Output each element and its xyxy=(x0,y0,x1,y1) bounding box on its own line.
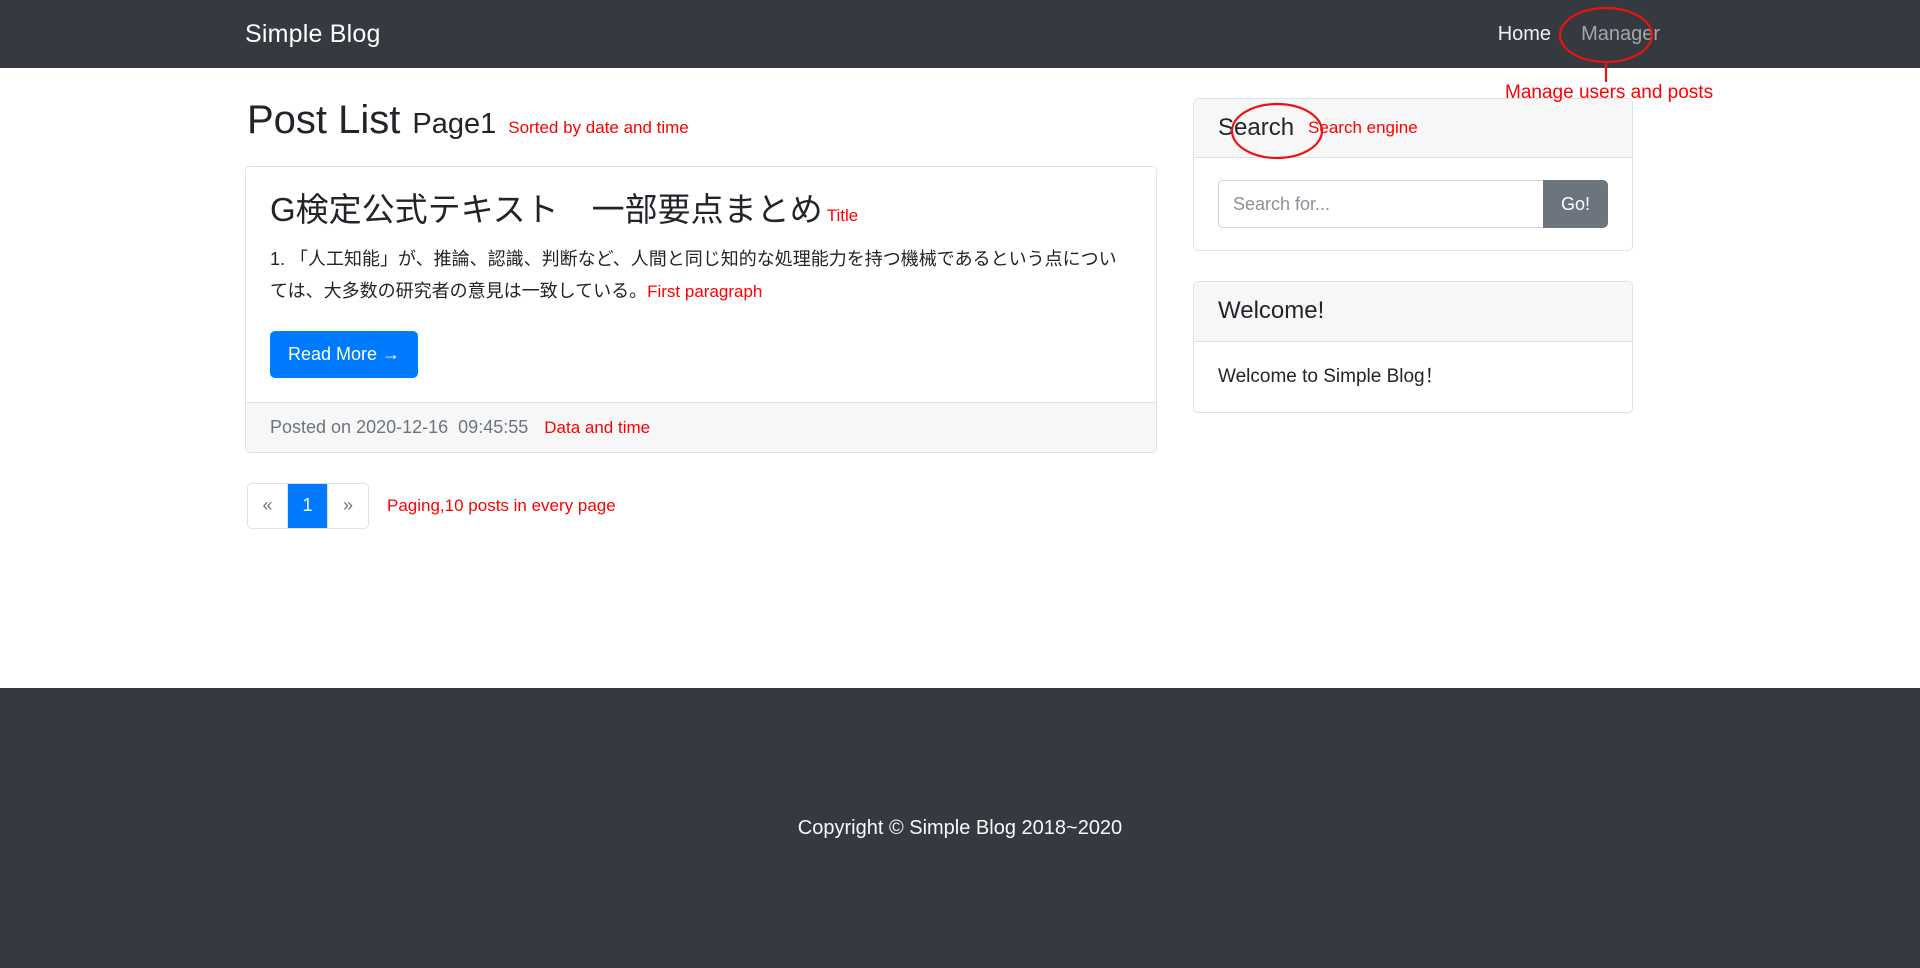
post-title-link[interactable]: G検定公式テキスト 一部要点まとめ xyxy=(270,189,823,230)
pagination-row: « 1 » Paging,10 posts in every page xyxy=(245,483,1157,529)
nav-link-manager[interactable]: Manager xyxy=(1566,24,1675,44)
search-input[interactable] xyxy=(1218,180,1543,229)
sidebar-column: Search Search engine Go! Welcome! Welcom… xyxy=(1193,98,1633,529)
post-excerpt: 1. 「人工知能」が、推論、認識、判断など、人間と同じ知的な処理能力を持つ機械で… xyxy=(270,244,1132,307)
posted-prefix: Posted on xyxy=(270,417,352,438)
welcome-card-text: Welcome to Simple Blog！ xyxy=(1218,365,1444,387)
search-card-body: Go! xyxy=(1194,158,1632,250)
post-card: G検定公式テキスト 一部要点まとめ Title 1. 「人工知能」が、推論、認識… xyxy=(245,166,1157,454)
posted-time: 09:45:55 xyxy=(458,417,529,438)
pagination-next[interactable]: » xyxy=(328,484,368,528)
annotation-date-time: Data and time xyxy=(544,417,651,437)
nav-link-home[interactable]: Home xyxy=(1483,24,1566,44)
read-more-button[interactable]: Read More → xyxy=(270,331,419,379)
welcome-card-title: Welcome! xyxy=(1218,297,1325,325)
annotation-first-paragraph: First paragraph xyxy=(647,281,763,301)
search-go-button[interactable]: Go! xyxy=(1542,180,1608,229)
brand-link[interactable]: Simple Blog xyxy=(245,21,381,47)
search-card: Search Search engine Go! xyxy=(1193,98,1633,252)
annotation-sorted: Sorted by date and time xyxy=(508,118,689,137)
post-posted-on: Posted on 2020-12-16 09:45:55 xyxy=(270,417,528,438)
page-header: Post List Page1 Sorted by date and time xyxy=(245,98,1157,142)
pagination: « 1 » xyxy=(247,483,369,529)
search-card-header: Search Search engine xyxy=(1194,99,1632,159)
page-footer: Copyright © Simple Blog 2018~2020 xyxy=(0,688,1920,968)
navbar-inner: Simple Blog Home Manager xyxy=(245,0,1675,68)
annotation-title: Title xyxy=(826,206,859,225)
top-navbar: Simple Blog Home Manager xyxy=(0,0,1920,68)
posted-date: 2020-12-16 xyxy=(356,417,449,438)
footer-copyright: Copyright © Simple Blog 2018~2020 xyxy=(797,816,1123,839)
welcome-card-body: Welcome to Simple Blog！ xyxy=(1194,342,1632,413)
pagination-prev[interactable]: « xyxy=(248,484,288,528)
page-container: Post List Page1 Sorted by date and time … xyxy=(245,68,1675,529)
pagination-page-1[interactable]: 1 xyxy=(288,484,328,528)
annotation-paging: Paging,10 posts in every page xyxy=(387,495,616,515)
main-column: Post List Page1 Sorted by date and time … xyxy=(245,98,1157,529)
annotation-search-engine: Search engine xyxy=(1308,118,1418,138)
welcome-card: Welcome! Welcome to Simple Blog！ xyxy=(1193,281,1633,414)
page-title: Post List xyxy=(247,98,401,142)
navbar-links: Home Manager xyxy=(1483,24,1675,44)
search-input-group: Go! xyxy=(1218,180,1608,229)
welcome-card-header: Welcome! xyxy=(1194,282,1632,342)
page-number-label: Page1 xyxy=(412,108,497,140)
search-card-title: Search xyxy=(1218,114,1295,141)
post-card-body: G検定公式テキスト 一部要点まとめ Title 1. 「人工知能」が、推論、認識… xyxy=(246,167,1156,402)
post-card-footer: Posted on 2020-12-16 09:45:55 Data and t… xyxy=(246,402,1156,453)
post-title-row: G検定公式テキスト 一部要点まとめ Title xyxy=(270,189,1132,230)
